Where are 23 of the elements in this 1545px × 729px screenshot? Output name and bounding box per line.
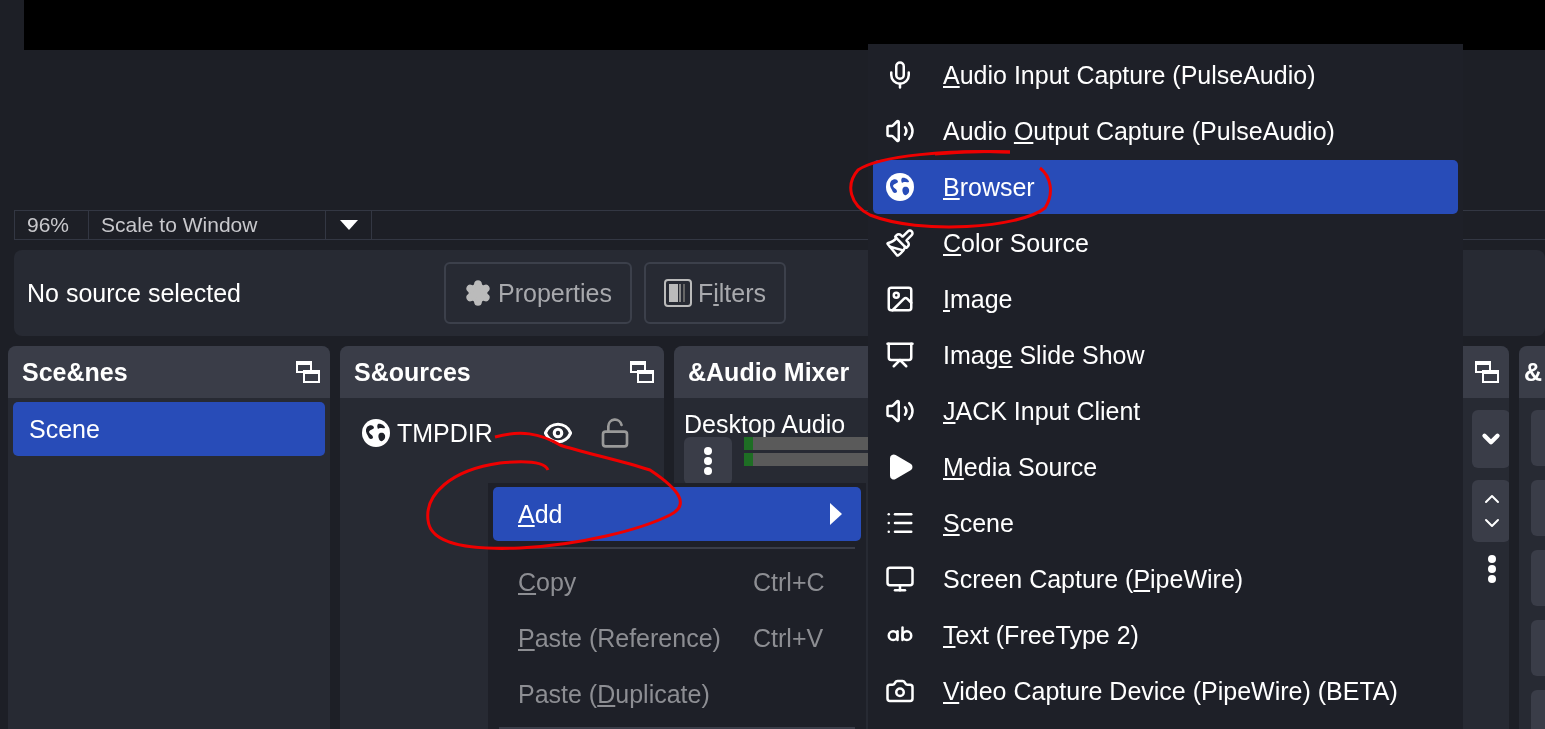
menu-item[interactable]: Text (FreeType 2) <box>873 608 1458 662</box>
menu-item[interactable]: Add <box>493 487 861 541</box>
menu-item[interactable]: Audio Output Capture (PulseAudio) <box>873 104 1458 158</box>
source-status: No source selected <box>27 278 242 308</box>
scene-item[interactable]: Scene <box>13 402 325 456</box>
menu-item[interactable]: Scene <box>873 496 1458 550</box>
menu-item[interactable]: Image <box>873 272 1458 326</box>
menu-item[interactable]: Color Source <box>873 216 1458 270</box>
dock-title: & <box>1524 357 1543 387</box>
menu-item[interactable]: Screen Capture (PipeWire) <box>873 552 1458 606</box>
source-name[interactable]: TMPDIR <box>397 418 537 448</box>
menu-item[interactable]: JACK Input Client <box>873 384 1458 438</box>
scale-mode-dropdown[interactable]: Scale to Window <box>88 211 325 239</box>
dock-title: Sce&nes <box>22 357 128 387</box>
zoom-level: 96% <box>14 211 88 239</box>
dock-title: &Audio Mixer <box>688 357 850 387</box>
menu-item[interactable]: Browser <box>873 160 1458 214</box>
menu-item[interactable]: Audio Input Capture (PulseAudio) <box>873 48 1458 102</box>
channel-name: Desktop Audio <box>684 410 846 439</box>
menu-item[interactable]: Media Source <box>873 440 1458 494</box>
menu-item[interactable]: Image Slide Show <box>873 328 1458 382</box>
dock-title: S&ources <box>354 357 471 387</box>
menu-item[interactable]: Video Capture Device (PipeWire) (BETA) <box>873 664 1458 718</box>
